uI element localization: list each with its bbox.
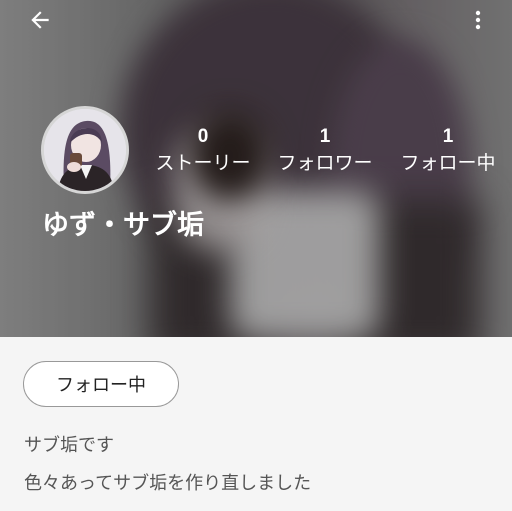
more-vertical-icon	[475, 10, 481, 30]
avatar-image	[44, 109, 126, 191]
following-button[interactable]: フォロー中	[23, 361, 179, 407]
bio-line: サブ垢です	[24, 435, 114, 456]
stat-stories[interactable]: 0 ストーリー	[150, 124, 256, 176]
stat-stories-count: 0	[197, 126, 209, 147]
stat-followers-count: 1	[319, 126, 331, 147]
stat-following-count: 1	[442, 126, 454, 147]
profile-name: ゆず・サブ垢	[42, 210, 204, 241]
stat-stories-label: ストーリー	[155, 152, 251, 174]
stat-following[interactable]: 1 フォロー中	[393, 124, 503, 176]
bio-line: 色々あってサブ垢を作り直しました	[24, 473, 312, 494]
stat-followers-label: フォロワー	[277, 152, 373, 174]
back-button[interactable]	[20, 0, 60, 40]
more-options-button[interactable]	[458, 0, 498, 40]
stat-following-label: フォロー中	[400, 152, 496, 174]
avatar[interactable]	[41, 106, 129, 194]
arrow-left-icon	[31, 11, 49, 29]
stat-followers[interactable]: 1 フォロワー	[272, 124, 378, 176]
